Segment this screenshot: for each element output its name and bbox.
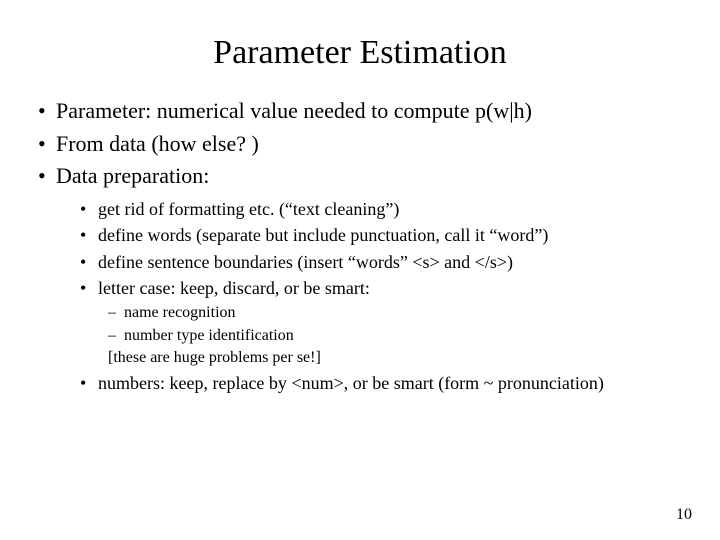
bullet-item: Data preparation: get rid of formatting …: [56, 161, 686, 395]
sub-list: get rid of formatting etc. (“text cleani…: [56, 197, 686, 395]
page-title: Parameter Estimation: [34, 34, 686, 72]
subsub-item: number type identification: [124, 325, 686, 347]
page-number: 10: [676, 506, 692, 524]
bullet-list: Parameter: numerical value needed to com…: [34, 96, 686, 395]
bullet-item: From data (how else? ): [56, 129, 686, 159]
sub-item: define words (separate but include punct…: [98, 223, 686, 247]
sub-item: numbers: keep, replace by <num>, or be s…: [98, 371, 686, 395]
sub-item: letter case: keep, discard, or be smart:…: [98, 276, 686, 369]
subsub-note: [these are huge problems per se!]: [108, 347, 686, 369]
sub-item: define sentence boundaries (insert “word…: [98, 250, 686, 274]
slide: Parameter Estimation Parameter: numerica…: [0, 0, 720, 540]
bullet-text: Data preparation:: [56, 163, 209, 188]
bullet-item: Parameter: numerical value needed to com…: [56, 96, 686, 126]
sub-item: get rid of formatting etc. (“text cleani…: [98, 197, 686, 221]
subsub-list: name recognition number type identificat…: [98, 302, 686, 369]
subsub-item: name recognition: [124, 302, 686, 324]
sub-item-text: letter case: keep, discard, or be smart:: [98, 278, 370, 298]
